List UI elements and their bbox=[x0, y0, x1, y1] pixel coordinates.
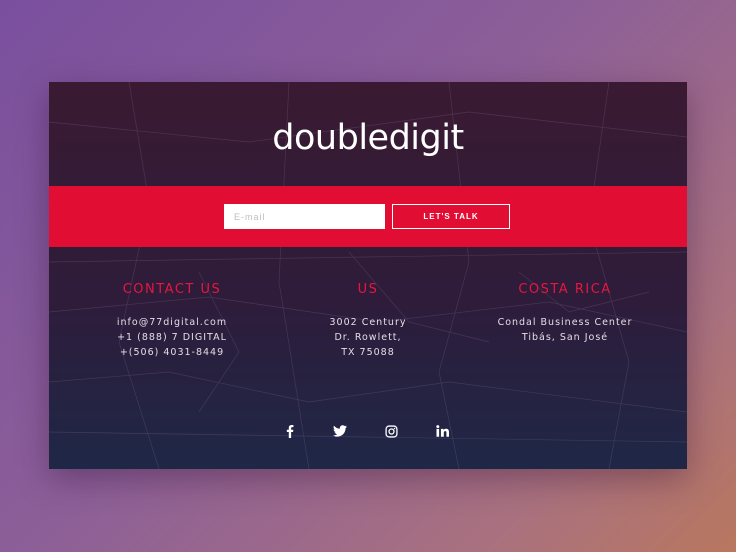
us-address-line: 3002 Century bbox=[329, 317, 407, 328]
contact-phone-us: +1 (888) 7 DIGITAL bbox=[117, 332, 227, 343]
facebook-icon[interactable] bbox=[282, 423, 298, 439]
us-title: US bbox=[357, 282, 379, 297]
footer-card: doubledigit LET'S TALK CONTACT US info@7… bbox=[49, 82, 687, 469]
us-address-line: TX 75088 bbox=[341, 347, 395, 358]
contact-email: info@77digital.com bbox=[116, 317, 228, 328]
us-address-line: Dr. Rowlett, bbox=[334, 332, 402, 343]
instagram-icon[interactable] bbox=[383, 423, 399, 439]
contact-us-title: CONTACT US bbox=[122, 282, 222, 297]
logo: doubledigit bbox=[272, 118, 464, 158]
lets-talk-button[interactable]: LET'S TALK bbox=[392, 204, 510, 229]
email-input[interactable] bbox=[224, 204, 385, 229]
signup-band: LET'S TALK bbox=[49, 186, 687, 247]
us-column: US 3002 Century Dr. Rowlett, TX 75088 bbox=[268, 282, 468, 360]
twitter-icon[interactable] bbox=[332, 423, 348, 439]
costa-rica-column: COSTA RICA Condal Business Center Tibás,… bbox=[465, 282, 665, 345]
contact-us-column: CONTACT US info@77digital.com +1 (888) 7… bbox=[72, 282, 272, 360]
cr-address-line: Tibás, San José bbox=[521, 332, 609, 343]
costa-rica-title: COSTA RICA bbox=[518, 282, 612, 297]
cr-address-line: Condal Business Center bbox=[497, 317, 633, 328]
contact-phone-cr: +(506) 4031-8449 bbox=[119, 347, 225, 358]
linkedin-icon[interactable] bbox=[434, 423, 450, 439]
